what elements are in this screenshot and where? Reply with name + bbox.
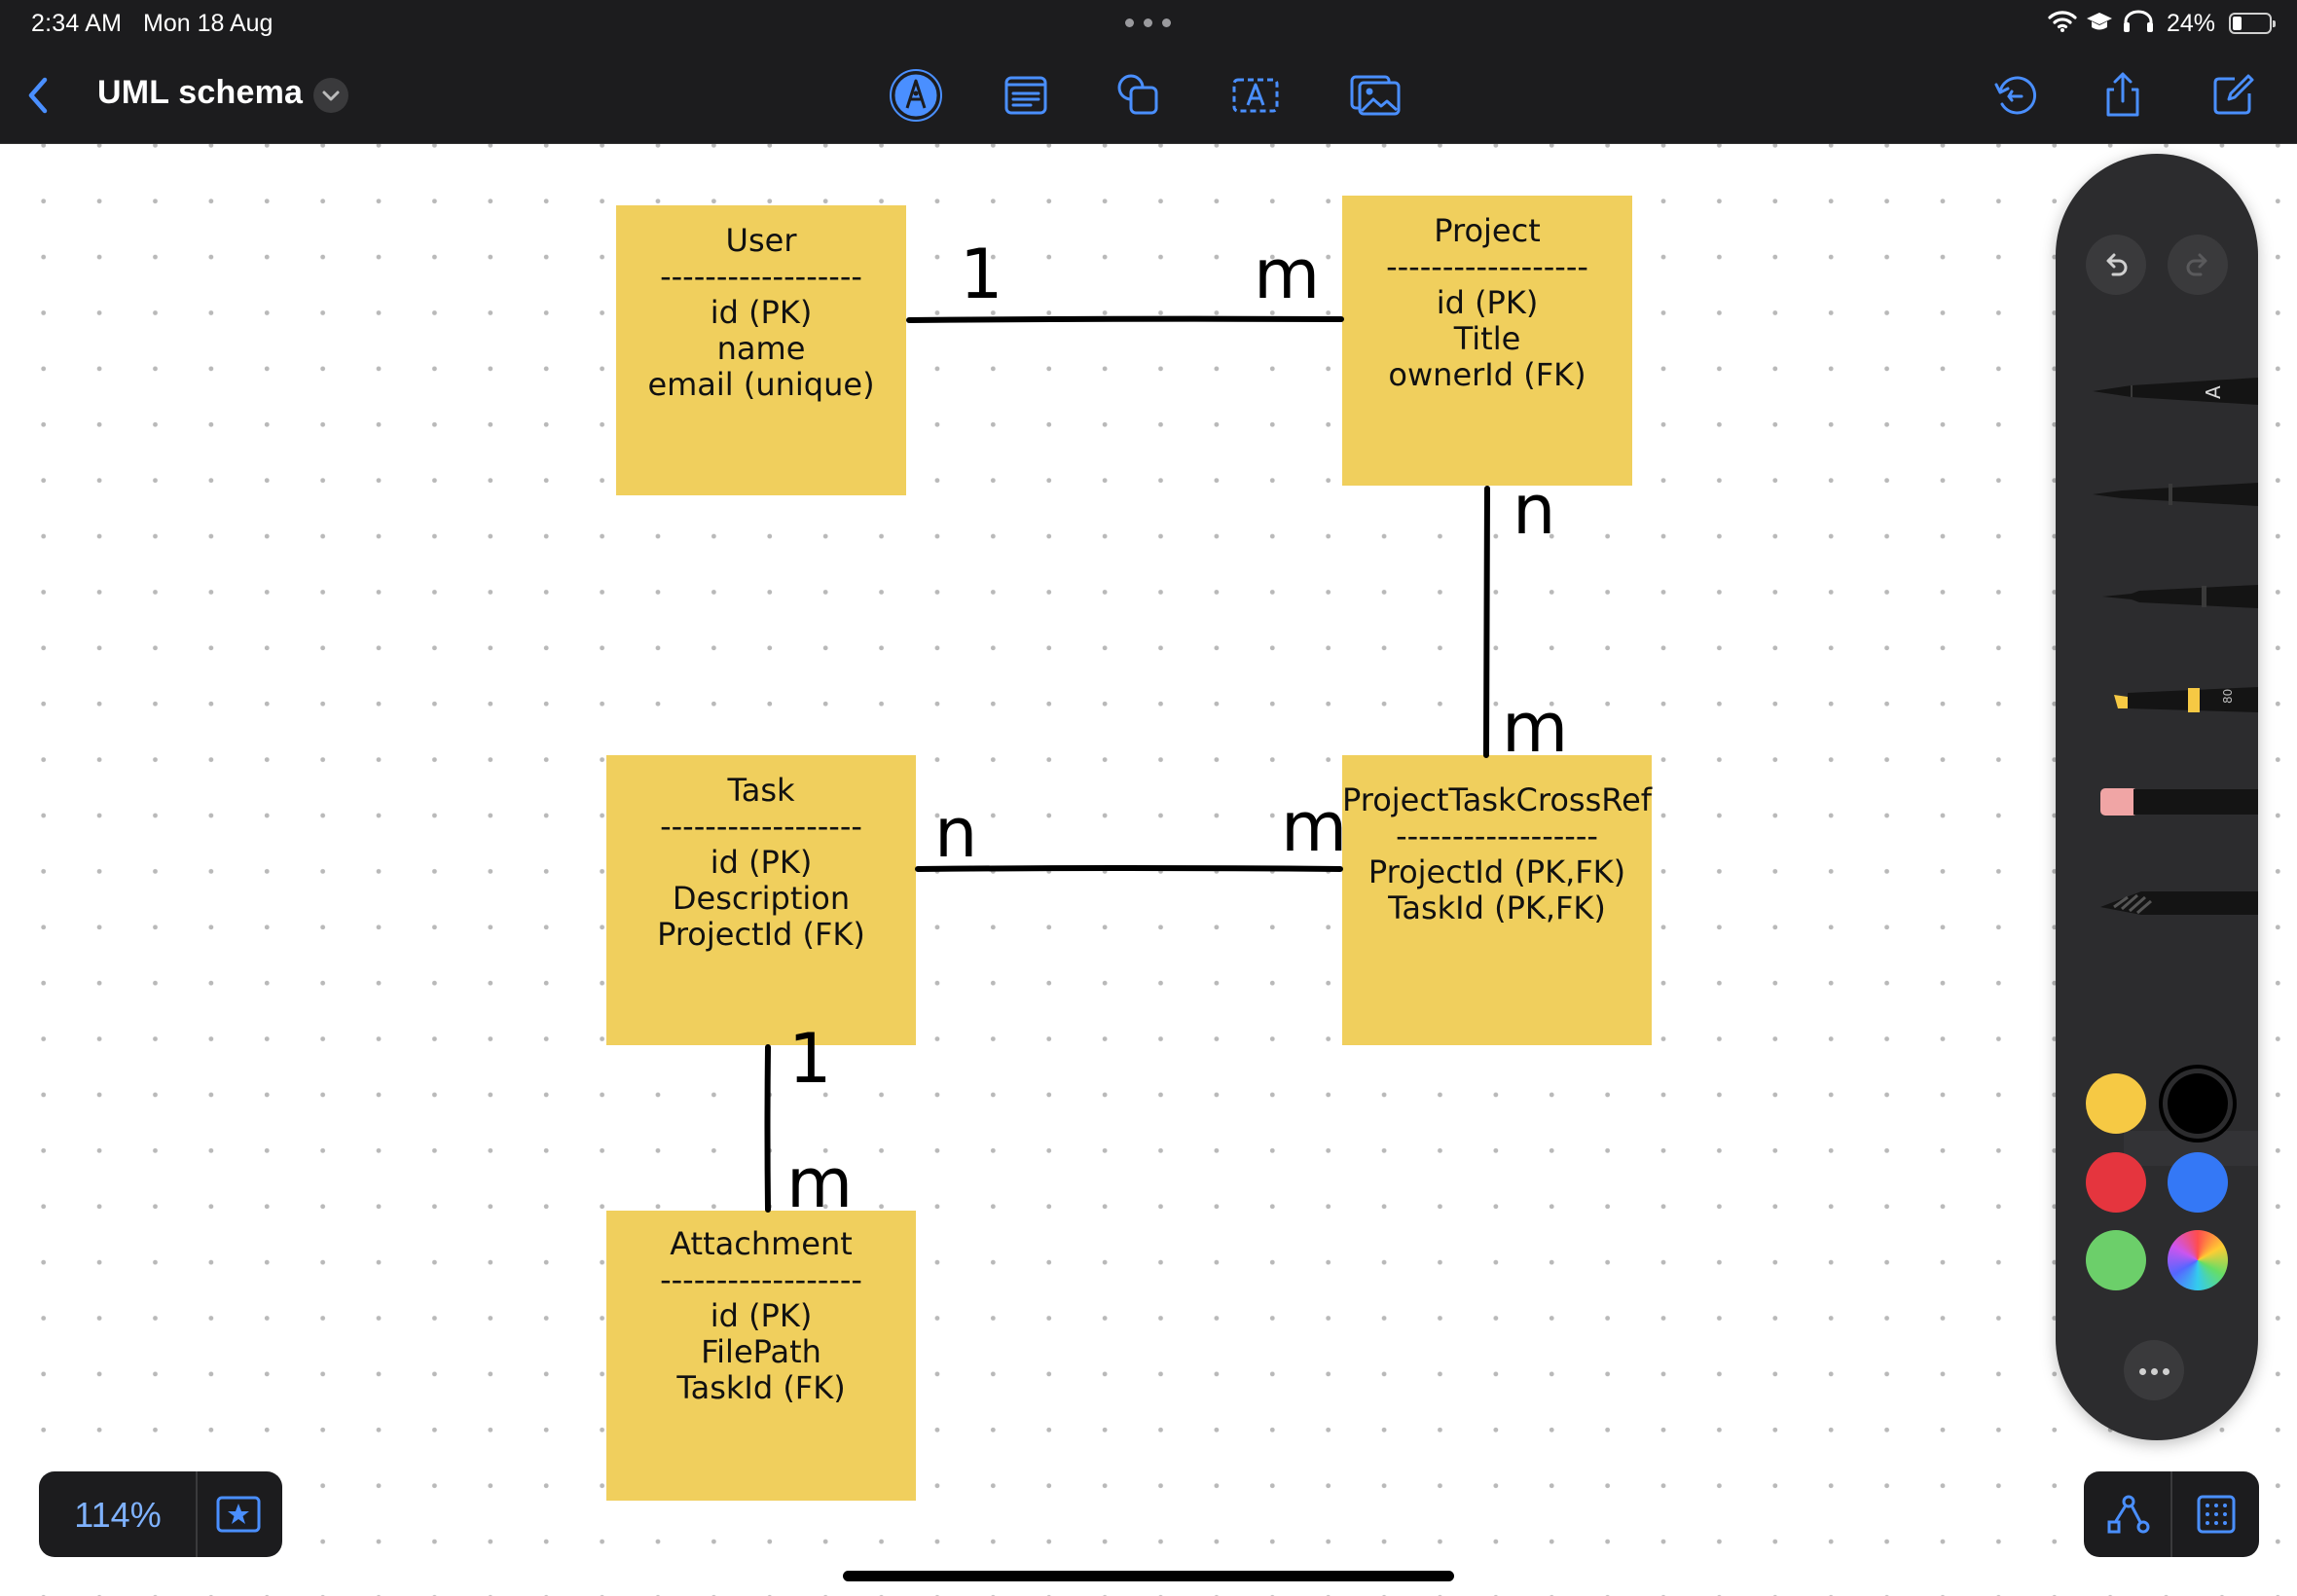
highlighter-tool[interactable]: 80: [2093, 670, 2258, 728]
status-bar: 2:34 AM Mon 18 Aug 24%: [0, 0, 2297, 47]
back-chevron-icon[interactable]: [19, 72, 58, 119]
entity-field: id (PK): [710, 294, 813, 331]
redo-icon[interactable]: [2168, 235, 2228, 295]
eraser-tool[interactable]: [2093, 773, 2258, 831]
status-date: Mon 18 Aug: [143, 10, 273, 37]
home-indicator[interactable]: [843, 1571, 1454, 1581]
wifi-icon: [2048, 10, 2077, 38]
more-options-icon[interactable]: [2124, 1340, 2184, 1400]
entity-separator: ------------------: [1386, 249, 1588, 285]
entity-title: User: [725, 222, 797, 259]
tool-palette: A 80: [2056, 154, 2258, 1440]
color-swatch-yellow[interactable]: [2086, 1073, 2146, 1134]
entity-separator: ------------------: [660, 809, 862, 845]
entity-note-project[interactable]: Project ------------------ id (PK) Title…: [1342, 196, 1632, 486]
entity-title: Project: [1434, 212, 1541, 249]
entity-note-attachment[interactable]: Attachment ------------------ id (PK) Fi…: [606, 1211, 916, 1501]
share-icon[interactable]: [2096, 68, 2150, 123]
shapes-icon[interactable]: [1112, 68, 1166, 123]
headphones-icon: [2122, 10, 2155, 38]
fineliner-tool[interactable]: [2093, 567, 2258, 626]
entity-separator: ------------------: [660, 1262, 862, 1298]
entity-field: id (PK): [1436, 284, 1539, 321]
entity-field: email (unique): [647, 366, 875, 403]
color-wheel-icon[interactable]: [2168, 1230, 2228, 1290]
entity-field: ownerId (FK): [1388, 356, 1586, 393]
battery-percent: 24%: [2166, 9, 2215, 37]
zoom-level-button[interactable]: 114%: [39, 1495, 197, 1536]
sticky-note-icon[interactable]: [999, 68, 1053, 123]
status-indicators: 24%: [2048, 9, 2276, 38]
color-swatch-black[interactable]: [2168, 1073, 2228, 1134]
grid-icon[interactable]: [2193, 1493, 2240, 1536]
entity-note-projecttaskcrossref[interactable]: ProjectTaskCrossRef ------------------ P…: [1342, 755, 1652, 1045]
lasso-tool[interactable]: [2093, 874, 2258, 932]
monoline-pen-tool[interactable]: A: [2093, 362, 2258, 420]
entity-field: ProjectId (FK): [657, 916, 865, 953]
entity-note-user[interactable]: User ------------------ id (PK) name ema…: [616, 205, 906, 495]
entity-field: TaskId (FK): [676, 1369, 846, 1406]
entity-title: ProjectTaskCrossRef: [1342, 781, 1653, 818]
canvas-tools-control: [2084, 1471, 2259, 1557]
favorite-star-icon[interactable]: [215, 1493, 262, 1536]
entity-title: Attachment: [670, 1225, 853, 1262]
entity-note-task[interactable]: Task ------------------ id (PK) Descript…: [606, 755, 916, 1045]
entity-field: name: [716, 330, 806, 367]
entity-field: TaskId (PK,FK): [1388, 889, 1606, 926]
battery-icon: [2229, 13, 2276, 34]
entity-title: Task: [727, 772, 795, 809]
new-board-icon[interactable]: [2206, 68, 2260, 123]
multitasking-dots-icon[interactable]: [1125, 18, 1172, 28]
entity-field: ProjectId (PK,FK): [1367, 853, 1626, 890]
control-divider: [2170, 1471, 2172, 1557]
status-time: 2:34 AM: [31, 10, 123, 37]
pen-tool-icon[interactable]: [889, 68, 943, 123]
mortarboard-icon: [2085, 10, 2114, 38]
entity-field: id (PK): [710, 1297, 813, 1334]
entity-field: Title: [1453, 320, 1521, 357]
entity-field: FilePath: [701, 1333, 821, 1370]
document-toolbar: UML schema: [0, 47, 2297, 144]
svg-text:A: A: [2202, 385, 2225, 399]
zoom-divider: [196, 1471, 198, 1557]
board-canvas[interactable]: [0, 144, 2297, 1596]
zoom-control: 114%: [39, 1471, 282, 1557]
undo-icon[interactable]: [2086, 235, 2146, 295]
entity-field: id (PK): [710, 844, 813, 881]
entity-separator: ------------------: [660, 259, 862, 295]
color-swatch-red[interactable]: [2086, 1152, 2146, 1213]
document-title[interactable]: UML schema: [97, 74, 303, 112]
color-swatch-blue[interactable]: [2168, 1152, 2228, 1213]
text-box-icon[interactable]: [1228, 68, 1283, 123]
fountain-pen-tool[interactable]: [2093, 465, 2258, 524]
color-swatch-green[interactable]: [2086, 1230, 2146, 1290]
entity-separator: ------------------: [1396, 818, 1598, 854]
highlighter-badge: 80: [2221, 689, 2235, 704]
history-icon[interactable]: [1988, 68, 2043, 123]
entity-field: Description: [672, 880, 851, 917]
connector-icon[interactable]: [2105, 1493, 2152, 1536]
media-icon[interactable]: [1348, 68, 1403, 123]
title-menu-chevron-icon[interactable]: [313, 78, 348, 113]
